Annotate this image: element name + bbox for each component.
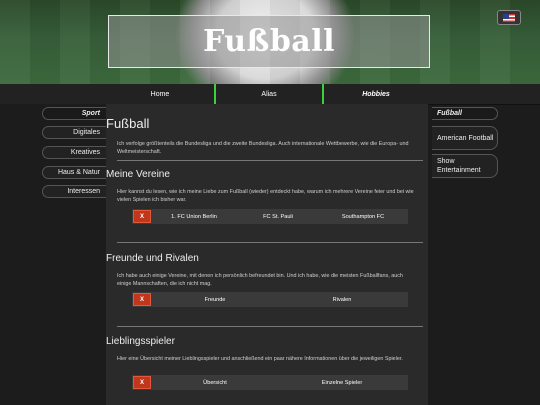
tabbar-freunde: X Freunde Rivalen	[132, 292, 408, 307]
close-button[interactable]: X	[133, 293, 151, 306]
uk-flag-icon	[503, 13, 515, 22]
nav-alias[interactable]: Alias	[216, 84, 322, 104]
sidebar-item-kreatives[interactable]: Kreatives	[42, 146, 106, 159]
section-divider	[117, 242, 423, 243]
nav-hobbies[interactable]: Hobbies	[324, 84, 428, 104]
tab-rivalen[interactable]: Rivalen	[278, 292, 406, 307]
page-title: Fußball	[202, 24, 336, 59]
sidebar-item-digitales[interactable]: Digitales	[42, 126, 106, 139]
hero-banner: Fußball	[0, 0, 540, 84]
tabbar-lieblingsspieler: X Übersicht Einzelne Spieler	[132, 375, 408, 390]
sidebar-item-interessen[interactable]: Interessen	[42, 185, 106, 198]
section-divider	[117, 326, 423, 327]
subnav-item-show-entertainment[interactable]: Show Entertainment	[432, 154, 498, 178]
section-title-freunde: Freunde und Rivalen	[106, 253, 199, 264]
section-text-vereine: Hier kannst du lesen, wie ich meine Lieb…	[117, 189, 414, 203]
tab-union-berlin[interactable]: 1. FC Union Berlin	[152, 209, 236, 224]
sidebar-item-haus-natur[interactable]: Haus & Natur	[42, 166, 106, 179]
language-flag-icon[interactable]	[497, 10, 521, 25]
tab-st-pauli[interactable]: FC St. Pauli	[236, 209, 320, 224]
section-title-lieblingsspieler: Lieblingsspieler	[106, 336, 175, 347]
section-text-lieblingsspieler: Hier eine Übersicht meiner Lieblingsspie…	[117, 356, 403, 362]
close-button[interactable]: X	[133, 210, 151, 223]
tab-southampton[interactable]: Southampton FC	[320, 209, 406, 224]
section-divider	[117, 160, 423, 161]
tabbar-vereine: X 1. FC Union Berlin FC St. Pauli Southa…	[132, 209, 408, 224]
intro-text: Ich verfolge größtenteils die Bundesliga…	[117, 141, 409, 155]
subnav-item-fussball[interactable]: Fußball	[432, 107, 498, 120]
sidebar-item-sport[interactable]: Sport	[42, 107, 106, 120]
tab-einzelne-spieler[interactable]: Einzelne Spieler	[278, 375, 406, 390]
section-title-vereine: Meine Vereine	[106, 169, 170, 180]
close-button[interactable]: X	[133, 376, 151, 389]
subnav-item-american-football[interactable]: American Football	[432, 126, 498, 150]
section-text-freunde: Ich habe auch einige Vereine, mit denen …	[117, 273, 403, 287]
tab-uebersicht[interactable]: Übersicht	[152, 375, 278, 390]
content-title: Fußball	[106, 116, 150, 131]
nav-home[interactable]: Home	[106, 84, 214, 104]
tab-freunde[interactable]: Freunde	[152, 292, 278, 307]
page-title-box: Fußball	[108, 15, 430, 68]
